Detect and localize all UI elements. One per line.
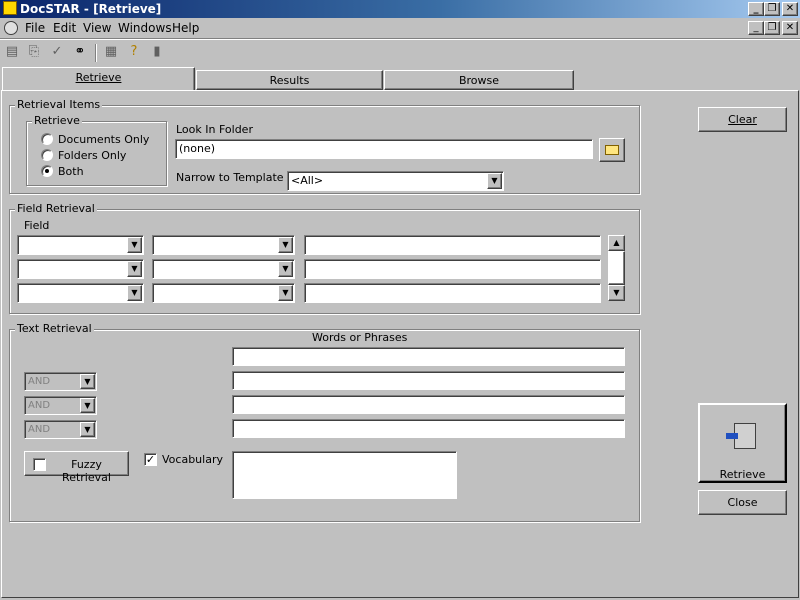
chevron-down-icon[interactable]: ▼ (80, 422, 95, 437)
look-in-folder-input[interactable]: (none) (175, 139, 593, 159)
field-column-label: Field (24, 219, 50, 232)
retrieve-arrow-icon (726, 433, 738, 439)
menu-help[interactable]: Help (172, 21, 199, 35)
tab-browse-label: Browse (458, 74, 500, 87)
clear-button-label: Clear (728, 113, 757, 126)
menu-bar: File Edit View Windows Help _ ❐ ✕ (0, 18, 800, 38)
fuzzy-retrieval-button[interactable]: Fuzzy Retrieval (24, 451, 129, 484)
chevron-down-icon[interactable]: ▼ (80, 374, 95, 389)
vocabulary-label: Vocabulary (162, 453, 223, 466)
operator-and-value-2: AND (28, 400, 51, 411)
radio-both-label: Both (58, 165, 84, 178)
chevron-down-icon[interactable]: ▼ (278, 237, 293, 253)
menu-file[interactable]: File (25, 21, 45, 35)
chevron-down-icon[interactable]: ▼ (487, 173, 502, 189)
import-icon[interactable]: ⎘ (23, 42, 45, 64)
narrow-template-value: <All> (291, 174, 324, 187)
radio-folders-only-label: Folders Only (58, 149, 127, 162)
menu-edit[interactable]: Edit (53, 21, 76, 35)
narrow-template-select[interactable]: <All> ▼ (287, 171, 504, 191)
clear-button[interactable]: Clear (698, 107, 787, 132)
vocabulary-checkbox[interactable]: ✓ (144, 453, 157, 466)
scroll-down-button[interactable]: ▼ (608, 285, 625, 301)
retrieve-options-legend: Retrieve (32, 114, 82, 127)
phrase-input-4[interactable] (232, 419, 625, 438)
retrieve-button[interactable]: Retrieve (698, 403, 787, 483)
mdi-restore-button[interactable]: ❐ (764, 21, 780, 35)
chevron-down-icon[interactable]: ▼ (278, 261, 293, 277)
tab-results[interactable]: Results (196, 70, 383, 90)
minimize-button[interactable]: _ (748, 2, 764, 16)
operator-and-select-1[interactable]: AND ▼ (24, 372, 97, 391)
operator-and-select-2[interactable]: AND ▼ (24, 396, 97, 415)
exit-icon[interactable]: ▮ (146, 42, 168, 64)
tab-results-label: Results (269, 74, 310, 87)
mdi-doc-icon[interactable] (4, 21, 18, 35)
operator-select-1[interactable]: ▼ (152, 235, 295, 255)
operator-and-select-3[interactable]: AND ▼ (24, 420, 97, 439)
toolbar-separator (95, 44, 97, 62)
restore-button[interactable]: ❐ (764, 2, 780, 16)
cabinet-icon[interactable]: ▦ (100, 42, 122, 64)
chevron-down-icon[interactable]: ▼ (127, 261, 142, 277)
field-scrollbar[interactable]: ▲ ▼ (608, 235, 625, 301)
window-title: DocSTAR - [Retrieve] (20, 2, 162, 16)
chevron-down-icon[interactable]: ▼ (278, 285, 293, 301)
operator-and-value-3: AND (28, 424, 51, 435)
operator-select-3[interactable]: ▼ (152, 283, 295, 303)
close-button[interactable]: Close (698, 490, 787, 515)
folder-icon (605, 145, 619, 155)
tab-retrieve[interactable]: Retrieve (2, 67, 195, 91)
menu-windows[interactable]: Windows (118, 21, 172, 35)
phrase-input-2[interactable] (232, 371, 625, 390)
field-select-3[interactable]: ▼ (17, 283, 144, 303)
phrase-input-3[interactable] (232, 395, 625, 414)
menu-view[interactable]: View (83, 21, 111, 35)
operator-select-2[interactable]: ▼ (152, 259, 295, 279)
scroll-up-button[interactable]: ▲ (608, 235, 625, 251)
vocabulary-list[interactable] (232, 451, 457, 499)
field-select-1[interactable]: ▼ (17, 235, 144, 255)
radio-folders-only[interactable] (41, 149, 53, 161)
binoculars-icon[interactable]: ⚭ (69, 42, 91, 64)
retrieval-items-legend: Retrieval Items (15, 98, 103, 111)
title-bar: DocSTAR - [Retrieve] _ ❐ ✕ (0, 0, 800, 18)
check-icon[interactable]: ✓ (46, 42, 68, 64)
help-icon[interactable]: ? (123, 42, 145, 64)
text-retrieval-legend: Text Retrieval (15, 322, 94, 335)
retrieve-button-label: Retrieve (719, 468, 766, 481)
toolbar: ▤ ⎘ ✓ ⚭ ▦ ? ▮ (0, 38, 800, 66)
look-in-folder-label: Look In Folder (176, 123, 253, 136)
tab-browse[interactable]: Browse (384, 70, 574, 90)
chevron-down-icon[interactable]: ▼ (127, 237, 142, 253)
radio-both[interactable] (41, 165, 53, 177)
close-window-button[interactable]: ✕ (782, 2, 798, 16)
value-input-3[interactable] (304, 283, 601, 303)
scroll-thumb[interactable] (608, 251, 625, 285)
narrow-template-label: Narrow to Template (176, 171, 284, 184)
browse-folder-button[interactable] (599, 138, 625, 162)
fuzzy-retrieval-label: Fuzzy Retrieval (62, 458, 111, 484)
field-select-2[interactable]: ▼ (17, 259, 144, 279)
field-retrieval-legend: Field Retrieval (15, 202, 97, 215)
tab-retrieve-label: Retrieve (75, 71, 122, 84)
value-input-1[interactable] (304, 235, 601, 255)
scanner-icon[interactable]: ▤ (1, 42, 23, 64)
app-icon (3, 1, 17, 15)
mdi-close-button[interactable]: ✕ (782, 21, 798, 35)
radio-documents-only[interactable] (41, 133, 53, 145)
operator-and-value-1: AND (28, 376, 51, 387)
words-phrases-label: Words or Phrases (312, 331, 408, 344)
radio-documents-only-label: Documents Only (58, 133, 150, 146)
chevron-down-icon[interactable]: ▼ (80, 398, 95, 413)
phrase-input-1[interactable] (232, 347, 625, 366)
chevron-down-icon[interactable]: ▼ (127, 285, 142, 301)
mdi-minimize-button[interactable]: _ (748, 21, 764, 35)
value-input-2[interactable] (304, 259, 601, 279)
close-button-label: Close (727, 496, 758, 509)
